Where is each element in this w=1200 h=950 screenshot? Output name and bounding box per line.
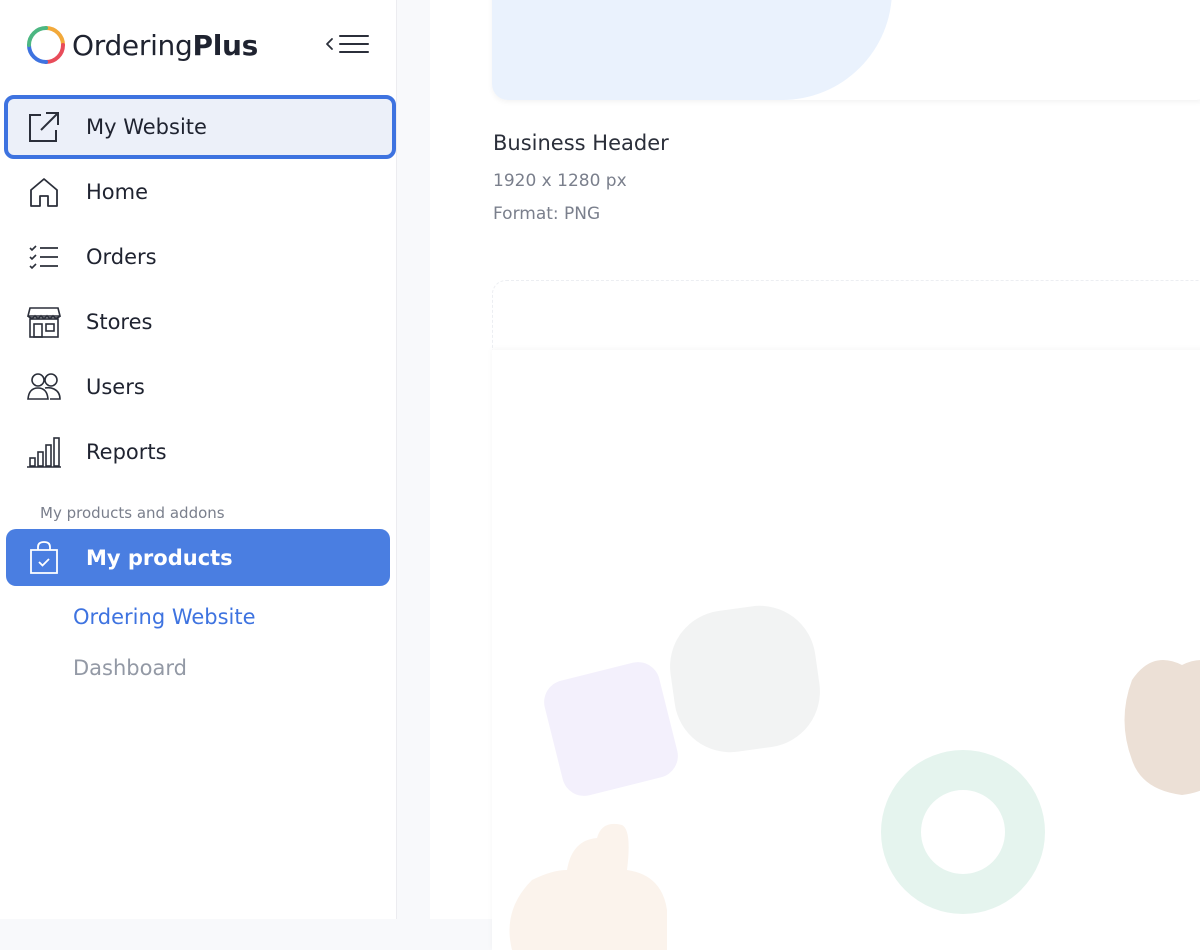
decorative-shapes-illustration (509, 605, 1200, 950)
nav-reports[interactable]: Reports (6, 423, 390, 481)
brand-logo[interactable]: OrderingPlus (26, 24, 258, 66)
home-icon (26, 174, 62, 210)
nav-label: Reports (86, 440, 167, 464)
image-size: 1920 x 1280 px (493, 171, 627, 191)
nav-label: Stores (86, 310, 153, 334)
nav-label: Home (86, 180, 149, 204)
nav-label: Orders (86, 245, 157, 269)
collapse-sidebar-button[interactable] (324, 30, 372, 62)
image-preview-shape (492, 0, 892, 100)
image-title: Business Header (493, 131, 669, 155)
list-check-icon (26, 239, 62, 275)
nav-label: My Website (86, 115, 207, 139)
nav-label: My products (86, 545, 233, 570)
nav-stores[interactable]: Stores (6, 293, 390, 351)
upload-panel[interactable] (492, 350, 1200, 950)
image-format: Format: PNG (493, 204, 601, 224)
external-link-icon (26, 109, 62, 145)
section-label: My products and addons (40, 504, 225, 522)
nav-my-website[interactable]: My Website (4, 95, 396, 159)
image-preview-card[interactable] (492, 0, 1200, 100)
nav-users[interactable]: Users (6, 358, 390, 416)
shopping-bag-check-icon (26, 540, 62, 576)
nav-label: Users (86, 375, 145, 399)
users-icon (26, 369, 62, 405)
collapse-menu-icon (326, 35, 369, 53)
store-icon (26, 304, 62, 340)
main-content: Business Header 1920 x 1280 px Format: P… (430, 0, 1200, 950)
nav-my-products[interactable]: My products (6, 529, 390, 586)
nav-orders[interactable]: Orders (6, 228, 390, 286)
logo-ring-icon (27, 26, 65, 64)
subnav-dashboard[interactable]: Dashboard (73, 656, 187, 680)
sidebar: OrderingPlus My Website Home Orders Stor (0, 0, 397, 919)
brand-name: OrderingPlus (72, 28, 259, 62)
nav-home[interactable]: Home (6, 163, 390, 221)
subnav-ordering-website[interactable]: Ordering Website (73, 605, 256, 629)
bar-chart-icon (26, 434, 62, 470)
